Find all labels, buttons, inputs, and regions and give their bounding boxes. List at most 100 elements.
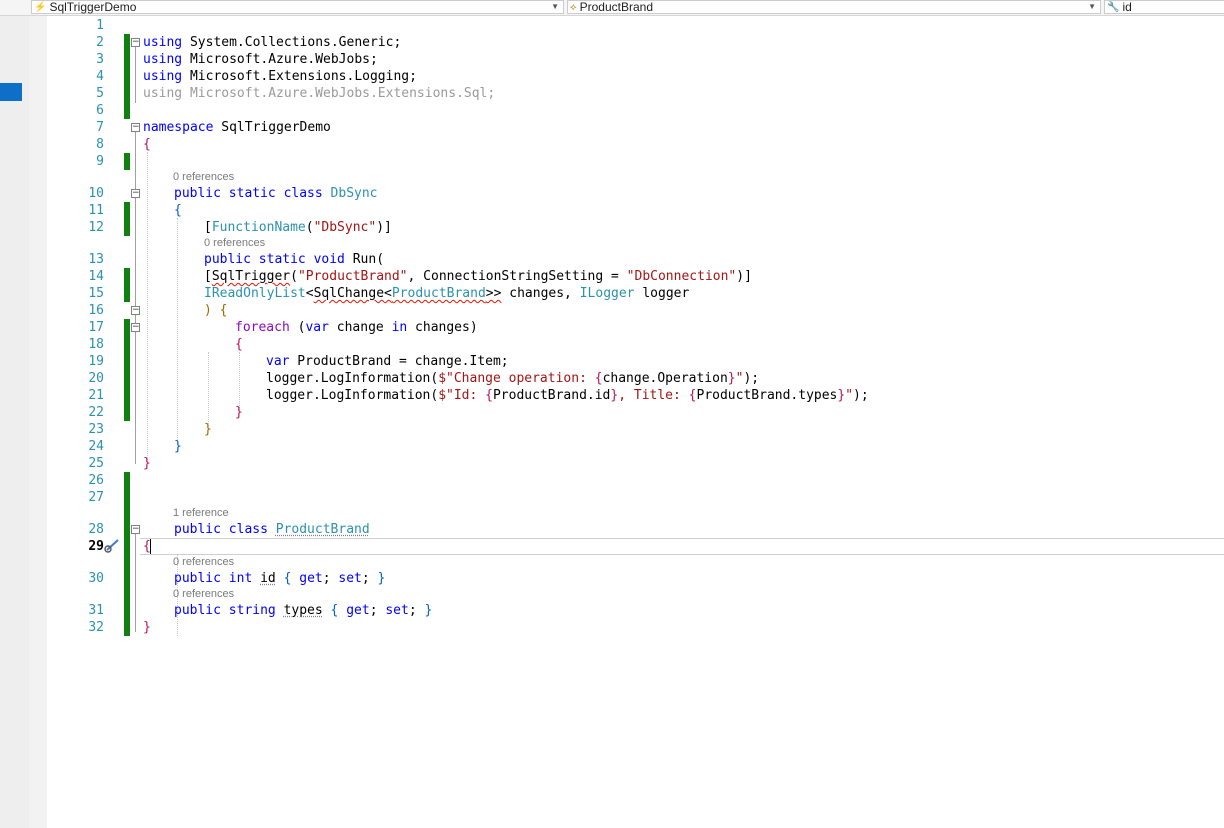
codelens-references[interactable]: 0 references: [173, 555, 234, 569]
line-number: 28: [88, 522, 104, 537]
change-marker: [124, 353, 130, 370]
line-number: 20: [88, 371, 104, 386]
code-text: using Microsoft.Azure.WebJobs;: [143, 52, 378, 67]
line-number: 12: [88, 220, 104, 235]
code-text: }: [143, 456, 151, 471]
code-line[interactable]: 32 }: [0, 619, 1224, 636]
change-marker: [124, 538, 130, 555]
collapse-icon[interactable]: −: [131, 525, 140, 534]
code-line[interactable]: 29 {: [0, 538, 1224, 555]
code-line[interactable]: 7 − namespace SqlTriggerDemo: [0, 119, 1224, 136]
code-line[interactable]: 6: [0, 102, 1224, 119]
change-marker: [124, 404, 130, 421]
code-text: foreach (var change in changes): [235, 320, 478, 335]
line-number: 32: [88, 620, 104, 635]
code-line[interactable]: 31 public string types { get; set; }: [0, 602, 1224, 619]
code-text: [SqlTrigger("ProductBrand", ConnectionSt…: [204, 269, 752, 284]
collapse-icon[interactable]: −: [131, 38, 140, 47]
code-line[interactable]: 30 public int id { get; set; }: [0, 570, 1224, 587]
line-number: 16: [88, 303, 104, 318]
line-number: 30: [88, 571, 104, 586]
line-number: 10: [88, 186, 104, 201]
type-dropdown-label: ProductBrand: [579, 0, 654, 14]
code-line[interactable]: 3 using Microsoft.Azure.WebJobs;: [0, 51, 1224, 68]
change-marker: [124, 102, 130, 119]
line-number: 22: [88, 405, 104, 420]
code-line[interactable]: 21 logger.LogInformation($"Id: {ProductB…: [0, 387, 1224, 404]
chevron-down-icon: ▼: [551, 2, 559, 11]
code-line[interactable]: 19 var ProductBrand = change.Item;: [0, 353, 1224, 370]
collapse-icon[interactable]: −: [131, 306, 140, 315]
codelens-references[interactable]: 1 reference: [173, 506, 229, 520]
line-number: 11: [88, 203, 104, 218]
project-dropdown-label: SqlTriggerDemo: [49, 0, 137, 14]
code-line[interactable]: 26: [0, 472, 1224, 489]
code-text: logger.LogInformation($"Id: {ProductBran…: [266, 388, 869, 403]
project-dropdown[interactable]: ⚡ SqlTriggerDemo ▼: [31, 0, 564, 14]
code-text: using Microsoft.Azure.WebJobs.Extensions…: [143, 86, 496, 101]
code-line[interactable]: 4 using Microsoft.Extensions.Logging;: [0, 68, 1224, 85]
code-line[interactable]: 9: [0, 153, 1224, 170]
line-number: 18: [88, 337, 104, 352]
code-line[interactable]: 18 {: [0, 336, 1224, 353]
code-line[interactable]: 8 {: [0, 136, 1224, 153]
code-text: {: [143, 137, 151, 152]
change-marker: [124, 319, 130, 336]
line-number: 13: [88, 252, 104, 267]
change-marker: [124, 153, 130, 170]
code-line[interactable]: 1: [0, 17, 1224, 34]
line-number: 7: [96, 120, 104, 135]
quick-actions-brush-icon[interactable]: [104, 537, 122, 553]
line-number: 21: [88, 388, 104, 403]
navigation-bar: ⚡ SqlTriggerDemo ▼ ⟡ ProductBrand ▼ 🔧 id: [0, 0, 1224, 16]
code-line[interactable]: 24 }: [0, 438, 1224, 455]
code-line[interactable]: 14 [SqlTrigger("ProductBrand", Connectio…: [0, 268, 1224, 285]
codelens-references[interactable]: 0 references: [204, 236, 265, 250]
change-marker: [124, 555, 130, 570]
change-marker: [124, 602, 130, 619]
code-line[interactable]: 16 − ) {: [0, 302, 1224, 319]
code-text: namespace SqlTriggerDemo: [143, 120, 331, 135]
code-line[interactable]: 25 }: [0, 455, 1224, 472]
codelens-references[interactable]: 0 references: [173, 170, 234, 184]
csharp-project-icon: ⚡: [34, 1, 47, 13]
line-number: 23: [88, 422, 104, 437]
code-text: public static class DbSync: [174, 186, 378, 201]
line-number: 5: [96, 86, 104, 101]
code-text: IReadOnlyList<SqlChange<ProductBrand>> c…: [204, 286, 690, 301]
line-number: 9: [96, 154, 104, 169]
collapse-icon[interactable]: −: [131, 323, 140, 332]
code-line[interactable]: 10 − public static class DbSync: [0, 185, 1224, 202]
class-icon: ⟡: [570, 1, 577, 13]
collapse-icon[interactable]: −: [131, 189, 140, 198]
code-line[interactable]: 11 {: [0, 202, 1224, 219]
line-number: 29: [88, 539, 104, 554]
change-marker: [124, 370, 130, 387]
codelens-references[interactable]: 0 references: [173, 587, 234, 601]
member-dropdown[interactable]: 🔧 id: [1104, 0, 1224, 14]
text-cursor: [150, 539, 151, 554]
change-marker: [124, 51, 130, 68]
code-line[interactable]: 23 }: [0, 421, 1224, 438]
code-line[interactable]: 15 IReadOnlyList<SqlChange<ProductBrand>…: [0, 285, 1224, 302]
code-line[interactable]: 5 using Microsoft.Azure.WebJobs.Extensio…: [0, 85, 1224, 102]
type-dropdown[interactable]: ⟡ ProductBrand ▼: [567, 0, 1101, 14]
code-text: public static void Run(: [204, 252, 385, 267]
code-line[interactable]: 12 [FunctionName("DbSync")]: [0, 219, 1224, 236]
code-line[interactable]: 17 − foreach (var change in changes): [0, 319, 1224, 336]
collapse-icon[interactable]: −: [131, 123, 140, 132]
change-marker: [124, 587, 130, 602]
line-number: 3: [96, 52, 104, 67]
code-line[interactable]: 13 public static void Run(: [0, 251, 1224, 268]
code-line[interactable]: 20 logger.LogInformation($"Change operat…: [0, 370, 1224, 387]
line-number: 1: [96, 18, 104, 33]
code-line[interactable]: 2 − using System.Collections.Generic;: [0, 34, 1224, 51]
line-number: 25: [88, 456, 104, 471]
code-line[interactable]: 28 − public class ProductBrand: [0, 521, 1224, 538]
line-number: 31: [88, 603, 104, 618]
wrench-property-icon: 🔧: [1107, 1, 1120, 13]
change-marker: [124, 506, 130, 521]
code-text: using System.Collections.Generic;: [143, 35, 402, 50]
code-line[interactable]: 27: [0, 489, 1224, 506]
code-line[interactable]: 22 }: [0, 404, 1224, 421]
